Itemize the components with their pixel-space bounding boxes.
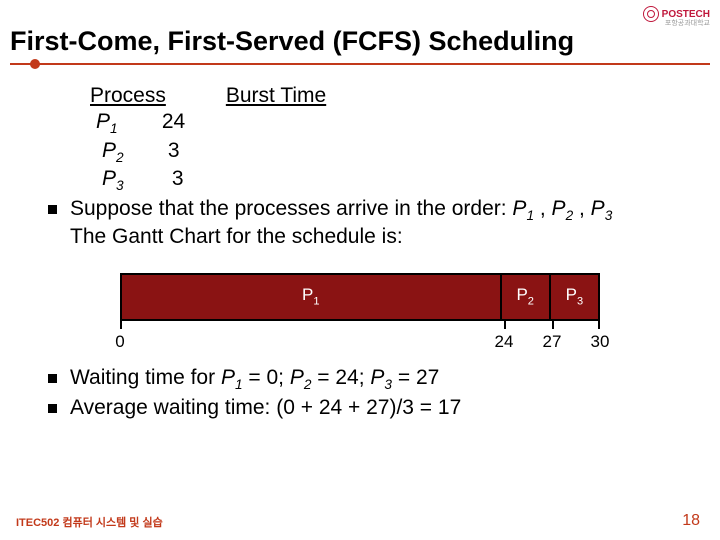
bullet-waiting-time: Waiting time for P1 = 0; P2 = 24; P3 = 2…: [48, 365, 690, 393]
gantt-seg-p3: P3: [551, 275, 598, 319]
slide: POSTECH 포항공과대학교 First-Come, First-Served…: [0, 0, 720, 540]
bullet-arrive-order: Suppose that the processes arrive in the…: [48, 196, 690, 251]
bullet-average-wait: Average waiting time: (0 + 24 + 27)/3 = …: [48, 395, 690, 421]
table-row: P2 3: [102, 138, 690, 166]
page-title: First-Come, First-Served (FCFS) Scheduli…: [0, 0, 720, 61]
gantt-chart: P1 P2 P3 0 24 27 30: [120, 273, 600, 351]
table-header: Process Burst Time: [90, 83, 690, 109]
footer-text: ITEC502 컴퓨터 시스템 및 실습: [16, 514, 163, 530]
tick-30: 30: [591, 331, 610, 352]
content: Process Burst Time P1 24 P2 3 P3 3 Suppo…: [0, 65, 720, 421]
tick-0: 0: [115, 331, 124, 352]
gantt-seg-p2: P2: [502, 275, 551, 319]
table-row: P3 3: [102, 166, 690, 194]
seal-icon: [643, 6, 659, 22]
gantt-bar: P1 P2 P3: [120, 273, 600, 321]
gantt-seg-p1: P1: [122, 275, 502, 319]
col-burst: Burst Time: [226, 84, 326, 107]
gantt-axis: 0 24 27 30: [120, 329, 600, 351]
tick-27: 27: [543, 331, 562, 352]
table-row: P1 24: [96, 109, 690, 137]
tick-24: 24: [495, 331, 514, 352]
col-process: Process: [90, 83, 220, 109]
page-number: 18: [682, 512, 700, 530]
title-rule: [10, 63, 710, 65]
brand-subtitle: 포항공과대학교: [665, 18, 710, 28]
gantt-ticks: [120, 321, 600, 329]
